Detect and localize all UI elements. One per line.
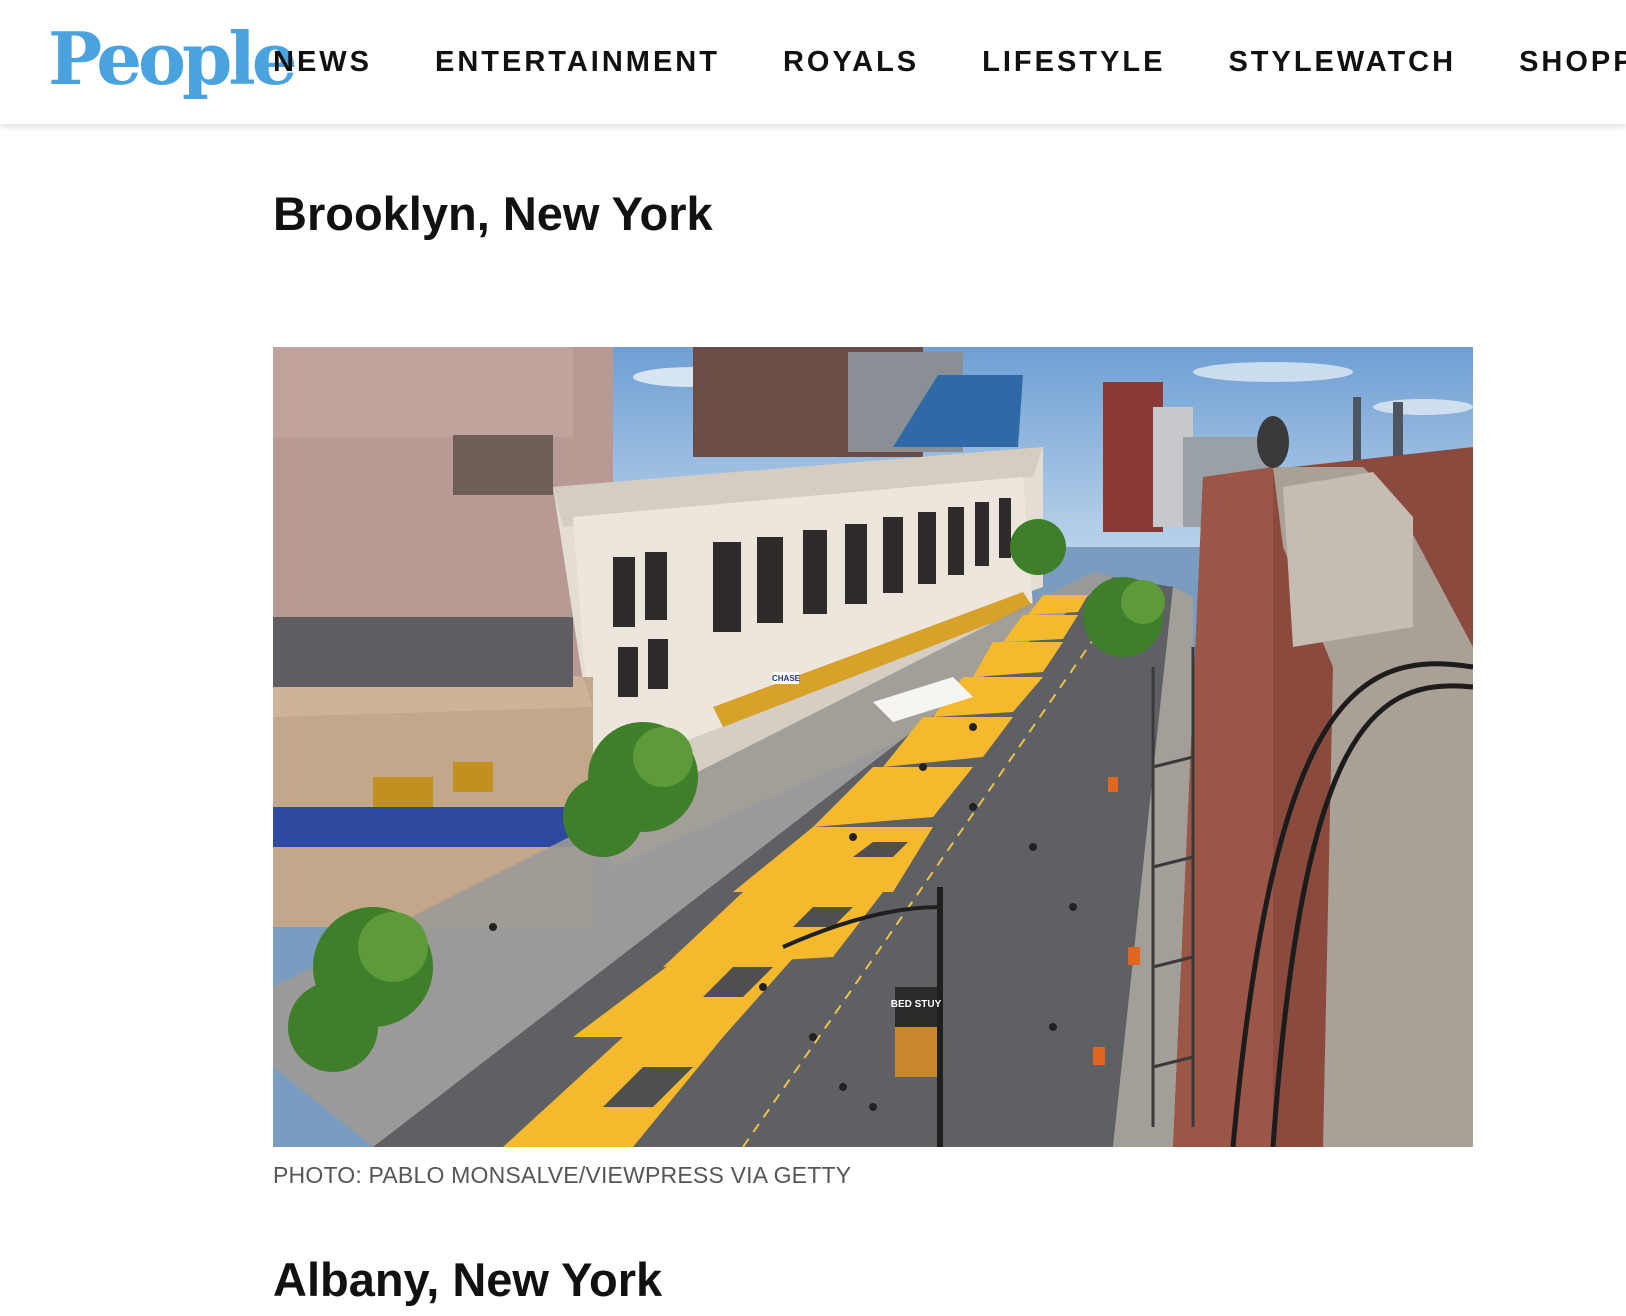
site-header: People NEWS ENTERTAINMENT ROYALS LIFESTY… [0,0,1626,124]
next-section-heading: Albany, New York [273,1253,663,1306]
nav-item-entertainment[interactable]: ENTERTAINMENT [435,42,720,82]
nav-item-news[interactable]: NEWS [273,42,372,82]
photo-caption: PHOTO: PABLO MONSALVE/VIEWPRESS VIA GETT… [273,1162,852,1188]
article-photo: BED STUY CHASE [273,347,1473,1147]
people-logo[interactable]: People [48,14,298,104]
nav-item-stylewatch[interactable]: STYLEWATCH [1228,42,1456,82]
nav-item-shopping[interactable]: SHOPPING [1519,42,1626,82]
nav-item-lifestyle[interactable]: LIFESTYLE [982,42,1165,82]
street-mural-photo: BED STUY CHASE [273,347,1473,1147]
nav-item-royals[interactable]: ROYALS [783,42,919,82]
banner-text: BED STUY [891,999,942,1010]
main-nav: NEWS ENTERTAINMENT ROYALS LIFESTYLE STYL… [273,42,1626,82]
bank-sign: CHASE [772,674,801,683]
section-heading: Brooklyn, New York [273,187,713,240]
